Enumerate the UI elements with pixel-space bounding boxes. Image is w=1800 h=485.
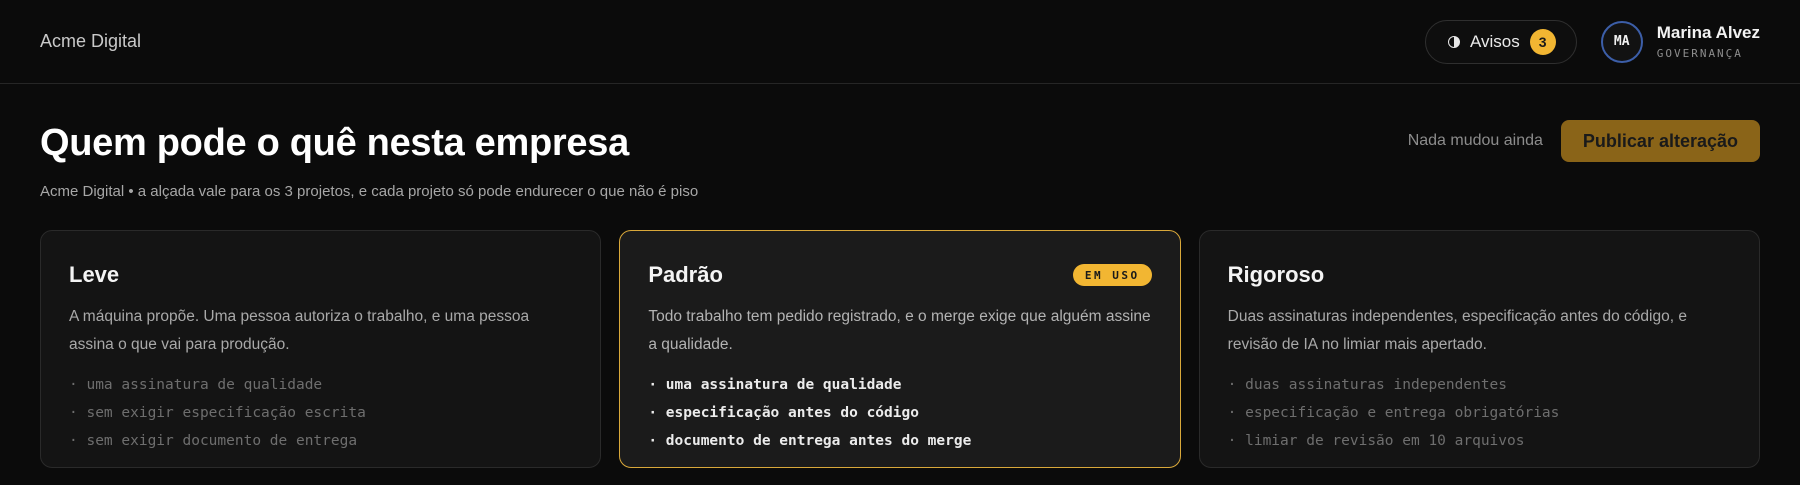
avatar: MA (1600, 20, 1643, 63)
policy-cards: Leve A máquina propõe. Uma pessoa autori… (40, 230, 1760, 468)
list-item: · sem exigir documento de entrega (69, 433, 358, 449)
user-name: Marina Alvez (1656, 23, 1760, 42)
list-item: · limiar de revisão em 10 arquivos (1227, 433, 1525, 449)
in-use-badge: EM USO (1072, 264, 1152, 286)
list-item: · sem exigir especificação escrita (69, 405, 366, 421)
list-item: · especificação antes do código (648, 405, 919, 421)
card-title: Leve (69, 262, 120, 287)
list-item: · especificação e entrega obrigatórias (1227, 405, 1560, 421)
half-circle-icon (1447, 35, 1460, 48)
notifications-button[interactable]: Avisos 3 (1424, 19, 1577, 64)
card-title: Rigoroso (1227, 262, 1325, 287)
list-item: · uma assinatura de qualidade (648, 377, 902, 393)
card-title: Padrão (648, 262, 723, 287)
policy-card-rigoroso[interactable]: Rigoroso Duas assinaturas independentes,… (1198, 230, 1760, 468)
list-item: · uma assinatura de qualidade (69, 377, 323, 393)
card-rules-list: · uma assinatura de qualidade · especifi… (648, 371, 1151, 455)
card-description: A máquina propõe. Uma pessoa autoriza o … (69, 308, 530, 353)
list-item: · documento de entrega antes do merge (648, 433, 972, 449)
notifications-count-badge: 3 (1529, 28, 1556, 55)
card-rules-list: · uma assinatura de qualidade · sem exig… (69, 371, 572, 455)
page-actions: Nada mudou ainda Publicar alteração (1408, 120, 1760, 162)
policy-card-leve[interactable]: Leve A máquina propõe. Uma pessoa autori… (40, 230, 602, 468)
top-right-controls: Avisos 3 MA Marina Alvez GOVERNANÇA (1424, 19, 1760, 64)
card-header: Padrão EM USO (648, 261, 1152, 289)
card-rules-list: · duas assinaturas independentes · espec… (1228, 371, 1731, 455)
top-bar: Acme Digital Avisos 3 MA Marina Alvez GO… (0, 0, 1800, 84)
brand-name: Acme Digital (40, 31, 142, 51)
card-header: Rigoroso (1228, 261, 1731, 289)
list-item: · duas assinaturas independentes (1227, 377, 1508, 393)
user-info: Marina Alvez GOVERNANÇA (1657, 23, 1760, 60)
page-title: Quem pode o quê nesta empresa (40, 122, 629, 164)
card-header: Leve (69, 261, 572, 289)
user-menu[interactable]: MA Marina Alvez GOVERNANÇA (1600, 20, 1760, 63)
change-status-text: Nada mudou ainda (1407, 132, 1543, 149)
card-description: Duas assinaturas independentes, especifi… (1227, 308, 1687, 353)
card-description: Todo trabalho tem pedido registrado, e o… (648, 308, 1151, 353)
user-role: GOVERNANÇA (1656, 47, 1743, 60)
page-subtitle: Acme Digital • a alçada vale para os 3 p… (40, 183, 699, 200)
page-header: Quem pode o quê nesta empresa Acme Digit… (40, 118, 1760, 200)
publish-change-button[interactable]: Publicar alteração (1560, 120, 1760, 162)
notifications-label: Avisos (1469, 31, 1520, 51)
page-heading: Quem pode o quê nesta empresa Acme Digit… (40, 118, 698, 200)
main-content: Quem pode o quê nesta empresa Acme Digit… (0, 84, 1800, 468)
policy-card-padrao[interactable]: Padrão EM USO Todo trabalho tem pedido r… (619, 230, 1181, 468)
